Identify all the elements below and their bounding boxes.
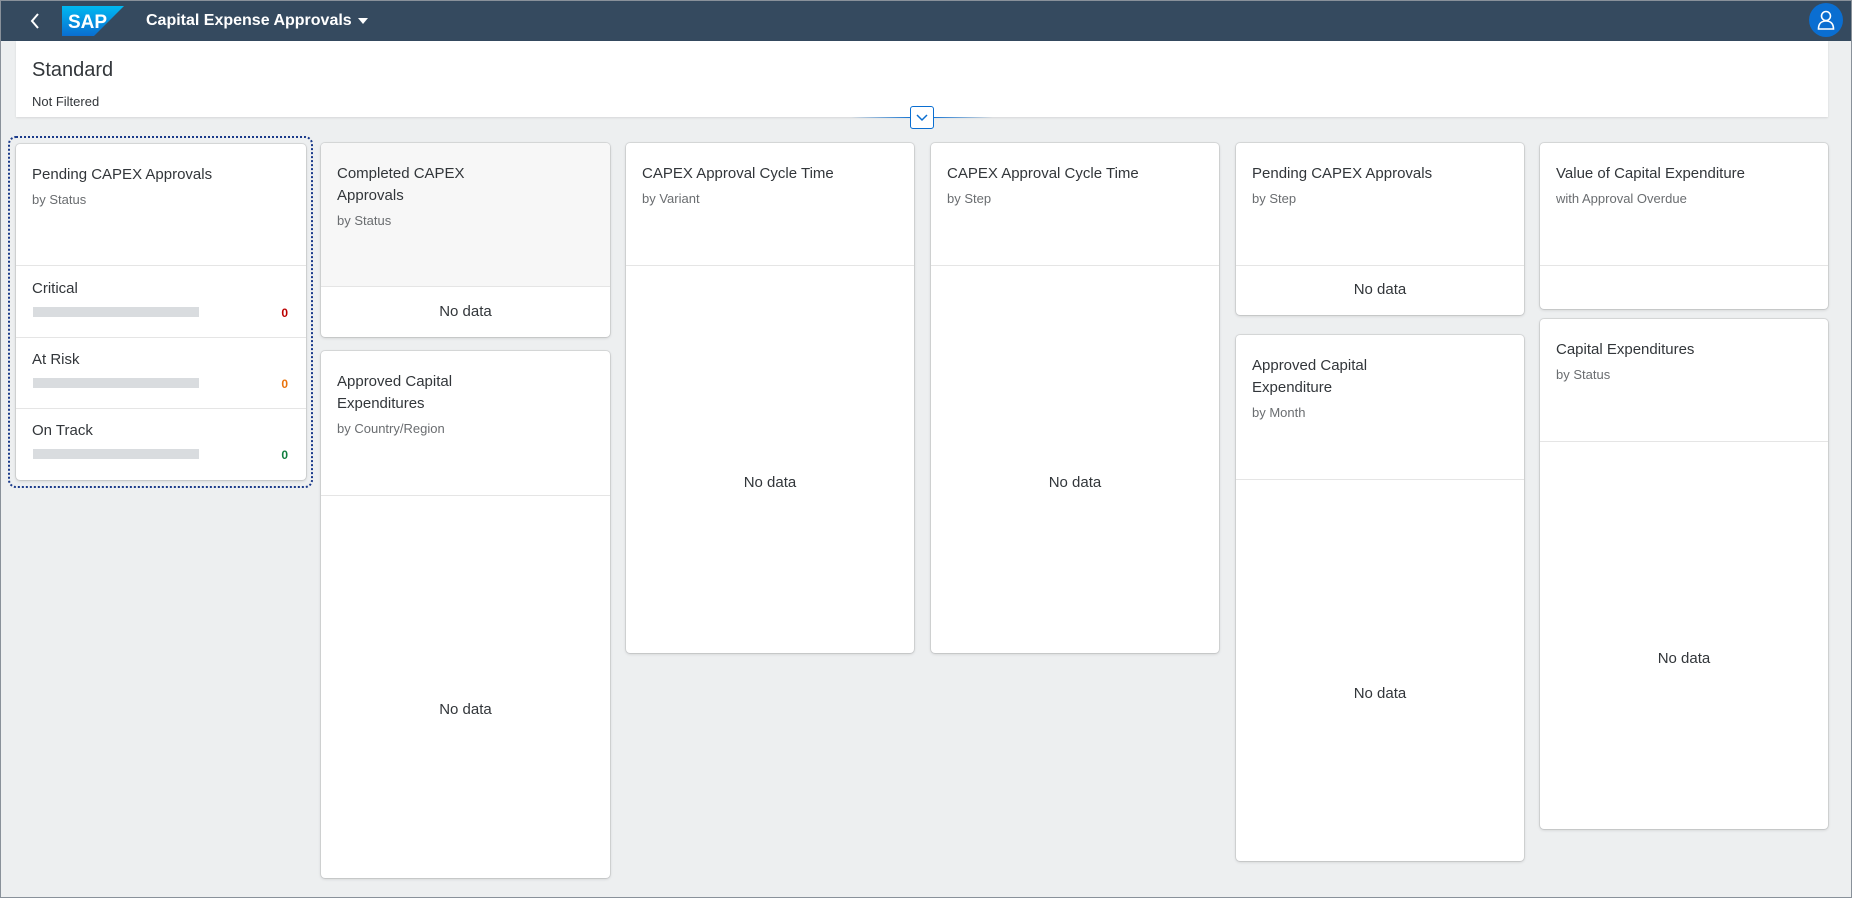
card-capex-by-status: Capital Expenditures by Status No data (1540, 319, 1828, 829)
back-arrow-icon (30, 13, 39, 29)
progress-bar (33, 307, 199, 317)
card-title: Pending CAPEX Approvals (1252, 165, 1433, 182)
item-value: 0 (281, 448, 288, 462)
card-cycle-time-by-step: CAPEX Approval Cycle Time by Step No dat… (931, 143, 1219, 653)
card-subtitle: by Status (337, 213, 392, 228)
card-header[interactable]: Value of Capital Expenditure with Approv… (1540, 143, 1828, 265)
divider (931, 265, 1219, 266)
card-subtitle: by Step (947, 191, 992, 206)
card-title: Pending CAPEX Approvals (32, 166, 213, 183)
app-title: Capital Expense Approvals (146, 12, 352, 29)
card-cycle-time-by-variant: CAPEX Approval Cycle Time by Variant No … (626, 143, 914, 653)
divider (1540, 265, 1828, 266)
card-header[interactable]: Capital Expenditures by Status (1540, 319, 1828, 441)
variant-title[interactable]: Standard (32, 59, 113, 82)
card-header[interactable]: Pending CAPEX Approvals by Status (16, 144, 306, 265)
card-header[interactable]: Approved Capital Expenditure by Month (1236, 335, 1524, 479)
person-icon (1817, 10, 1835, 30)
no-data-text: No data (1048, 474, 1102, 491)
card-title-line2: Expenditures (337, 395, 425, 412)
divider (1236, 265, 1524, 266)
no-data-text: No data (1353, 685, 1407, 702)
card-header[interactable]: Pending CAPEX Approvals by Step (1236, 143, 1524, 265)
item-label: Critical (32, 280, 78, 297)
card-header[interactable]: Completed CAPEX Approvals by Status (321, 143, 610, 286)
no-data-text: No data (439, 701, 492, 718)
card-title-line1: Approved Capital (1252, 357, 1368, 374)
card-title: Capital Expenditures (1556, 341, 1695, 358)
card-subtitle: by Status (1556, 367, 1611, 382)
svg-text:SAP: SAP (68, 12, 107, 33)
no-data-text: No data (743, 474, 797, 491)
item-value: 0 (281, 377, 288, 391)
card-subtitle: by Status (32, 192, 87, 207)
card-pending-capex-by-status: Pending CAPEX Approvals by Status Critic… (16, 144, 306, 480)
list-item-on-track[interactable]: On Track 0 (16, 408, 306, 479)
card-title: CAPEX Approval Cycle Time (947, 165, 1139, 182)
app-title-menu[interactable]: Capital Expense Approvals (146, 12, 368, 30)
card-value-capex-overdue: Value of Capital Expenditure with Approv… (1540, 143, 1828, 309)
no-data-text: No data (439, 303, 492, 320)
card-title-line2: Expenditure (1252, 379, 1333, 396)
card-title: Value of Capital Expenditure (1556, 165, 1746, 182)
progress-bar (33, 378, 199, 388)
card-completed-capex-approvals: Completed CAPEX Approvals by Status No d… (321, 143, 610, 337)
user-avatar-button[interactable] (1809, 3, 1843, 37)
card-title: CAPEX Approval Cycle Time (642, 165, 834, 182)
card-title-line1: Approved Capital (337, 373, 453, 390)
caret-down-icon (357, 16, 368, 26)
card-header[interactable]: CAPEX Approval Cycle Time by Step (931, 143, 1219, 265)
card-subtitle: by Month (1252, 405, 1306, 420)
sap-logo[interactable]: SAP (62, 6, 124, 36)
card-approved-capex-by-month: Approved Capital Expenditure by Month No… (1236, 335, 1524, 861)
card-subtitle: with Approval Overdue (1556, 191, 1687, 206)
card-subtitle: by Variant (642, 191, 700, 206)
divider (321, 286, 610, 287)
back-button[interactable] (15, 3, 55, 39)
list-item-critical[interactable]: Critical 0 (16, 266, 306, 337)
divider (1540, 441, 1828, 442)
item-label: On Track (32, 422, 93, 439)
card-subtitle: by Country/Region (337, 421, 445, 436)
filter-status-text: Not Filtered (32, 94, 100, 109)
card-header[interactable]: CAPEX Approval Cycle Time by Variant (626, 143, 914, 265)
card-pending-capex-by-step: Pending CAPEX Approvals by Step No data (1236, 143, 1524, 315)
card-header[interactable]: Approved Capital Expenditures by Country… (321, 351, 610, 495)
no-data-text: No data (1657, 650, 1711, 667)
list-item-at-risk[interactable]: At Risk 0 (16, 337, 306, 408)
shell-bar: SAP Capital Expense Approvals (1, 1, 1851, 41)
chevron-down-icon (916, 113, 928, 121)
card-title-line1: Completed CAPEX (337, 165, 465, 182)
divider (321, 495, 610, 496)
item-label: At Risk (32, 351, 80, 368)
progress-bar (33, 449, 199, 459)
card-approved-capex-by-country: Approved Capital Expenditures by Country… (321, 351, 610, 878)
card-subtitle: by Step (1252, 191, 1297, 206)
no-data-text: No data (1353, 281, 1407, 298)
divider (626, 265, 914, 266)
card-title-line2: Approvals (337, 187, 404, 204)
collapse-header-button[interactable] (910, 106, 934, 129)
divider (1236, 479, 1524, 480)
item-value: 0 (281, 306, 288, 320)
